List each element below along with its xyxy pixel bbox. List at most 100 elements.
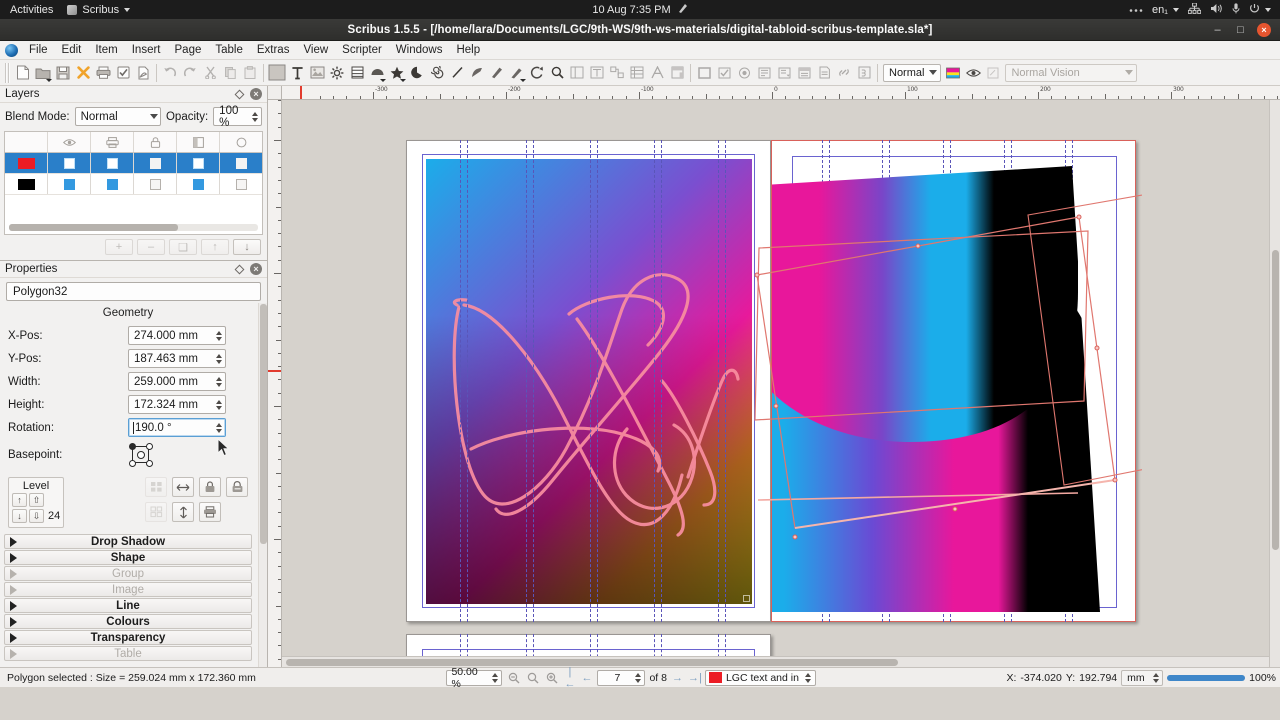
page-stepper[interactable] [632,672,643,683]
active-layer-stepper[interactable] [803,672,814,683]
pdf-text-field-icon[interactable] [754,63,774,83]
link-text-frames-icon[interactable] [607,63,627,83]
close-document-icon[interactable] [73,63,93,83]
next-page-button[interactable]: → [671,672,684,684]
height-field[interactable]: 172.324 mm [128,395,226,414]
selection-handle-bottomright[interactable] [1112,477,1118,483]
ungroup-items-button[interactable] [145,502,167,522]
cut-icon[interactable] [200,63,220,83]
insert-image-frame-icon[interactable] [307,63,327,83]
colour-management-icon[interactable] [943,63,963,83]
opacity-stepper[interactable] [249,111,260,122]
close-panel-icon[interactable]: × [250,88,262,100]
power-menu[interactable] [1249,3,1271,17]
selection-handle-rightmid[interactable] [1094,345,1100,351]
print-icon[interactable] [93,63,113,83]
menu-extras[interactable]: Extras [250,42,297,58]
x-pos-field[interactable]: 274.000 mm [128,326,226,345]
active-layer-select[interactable]: LGC text and in [704,669,816,686]
raise-to-top-button[interactable]: ⇧ [29,493,44,507]
input-source-menu[interactable]: en₁ [1152,4,1179,16]
layer-lock-checkbox[interactable] [134,174,177,194]
unlink-text-frames-icon[interactable] [627,63,647,83]
app-menu-scribus[interactable]: Scribus [67,4,131,16]
pdf-check-box-icon[interactable] [714,63,734,83]
eye-preview-icon[interactable] [963,63,983,83]
basepoint-bottomright[interactable] [146,460,153,467]
float-panel-icon[interactable] [234,264,245,274]
opacity-spinbox[interactable]: 100 % [213,105,262,129]
basepoint-topright[interactable] [146,443,153,450]
save-as-pdf-icon[interactable] [133,63,153,83]
menu-insert[interactable]: Insert [125,42,168,58]
save-document-icon[interactable] [53,63,73,83]
menu-edit[interactable]: Edit [55,42,89,58]
selection-handle-bottomleft[interactable] [792,534,798,540]
layers-horizontal-scrollbar[interactable] [9,224,258,231]
undo-icon[interactable] [160,63,180,83]
network-icon[interactable] [1187,2,1202,17]
insert-shape-icon[interactable] [367,63,387,83]
layer-print-checkbox[interactable] [91,153,134,173]
visual-appearance-select[interactable]: Normal Vision [1005,63,1138,82]
pdf-annotation-icon[interactable] [814,63,834,83]
unit-select[interactable]: mm [1121,669,1164,686]
insert-render-frame-icon[interactable] [327,63,347,83]
edit-text-story-editor-icon[interactable] [587,63,607,83]
toolbar-grip[interactable] [5,62,10,83]
ellipsis-icon[interactable] [1129,4,1143,16]
table-row[interactable] [5,174,262,195]
vertical-ruler[interactable] [268,100,282,667]
microphone-icon[interactable] [1232,2,1240,17]
selection-handle-bottommid[interactable] [952,506,958,512]
lower-one-level-button[interactable]: ↓ [12,509,27,523]
redo-icon[interactable] [180,63,200,83]
insert-freehand-icon[interactable] [487,63,507,83]
zoom-in-icon[interactable] [544,670,559,686]
selection-handle-topleft[interactable] [754,272,760,278]
page-number-field[interactable]: 7 [597,669,646,686]
unit-stepper[interactable] [1150,672,1161,683]
ruler-corner-box[interactable] [268,86,282,100]
clock[interactable]: 10 Aug 7:35 PM [592,4,670,16]
open-document-icon[interactable] [33,63,53,83]
activities-button[interactable]: Activities [10,4,53,16]
selection-handle-topmid[interactable] [915,243,921,249]
lock-size-button[interactable] [226,477,248,497]
gradient-artwork-right[interactable] [772,142,1117,612]
lock-item-button[interactable] [199,477,221,497]
layer-outline-checkbox[interactable] [220,174,262,194]
insert-polygon-icon[interactable] [387,63,407,83]
group-items-button[interactable] [145,477,167,497]
insert-text-frame-icon[interactable] [267,63,287,83]
measurements-icon[interactable] [647,63,667,83]
pdf-radio-button-icon[interactable] [734,63,754,83]
previous-page-button[interactable]: ← [580,672,593,684]
accordion-shape[interactable]: Shape [4,550,252,565]
remove-layer-button[interactable]: – [137,239,165,255]
gradient-artwork-left[interactable] [426,159,752,604]
flip-vertical-button[interactable] [172,502,194,522]
insert-arc-icon[interactable] [407,63,427,83]
accordion-drop-shadow[interactable]: Drop Shadow [4,534,252,549]
horizontal-ruler[interactable]: -300 -200 -100 0 100 200 300 [282,86,1280,100]
volume-icon[interactable] [1210,3,1223,17]
layer-outline-checkbox[interactable] [220,153,262,173]
frame-handle[interactable] [743,595,750,602]
pdf-list-box-icon[interactable] [794,63,814,83]
insert-spiral-icon[interactable] [427,63,447,83]
zoom-stepper[interactable] [489,672,500,683]
basepoint-topleft[interactable] [129,443,136,450]
x-pos-stepper[interactable] [213,330,224,341]
lower-to-bottom-button[interactable]: ⇩ [29,509,44,523]
last-page-button[interactable]: →| [688,672,702,684]
copy-item-properties-icon[interactable] [667,63,687,83]
layer-print-checkbox[interactable] [91,174,134,194]
pdf-combo-box-icon[interactable] [774,63,794,83]
edit-contents-icon[interactable] [567,63,587,83]
basepoint-widget[interactable] [128,442,156,468]
enable-printing-button[interactable] [199,502,221,522]
rotate-item-icon[interactable] [527,63,547,83]
height-stepper[interactable] [213,399,224,410]
edit-in-preview-icon[interactable] [983,63,1003,83]
